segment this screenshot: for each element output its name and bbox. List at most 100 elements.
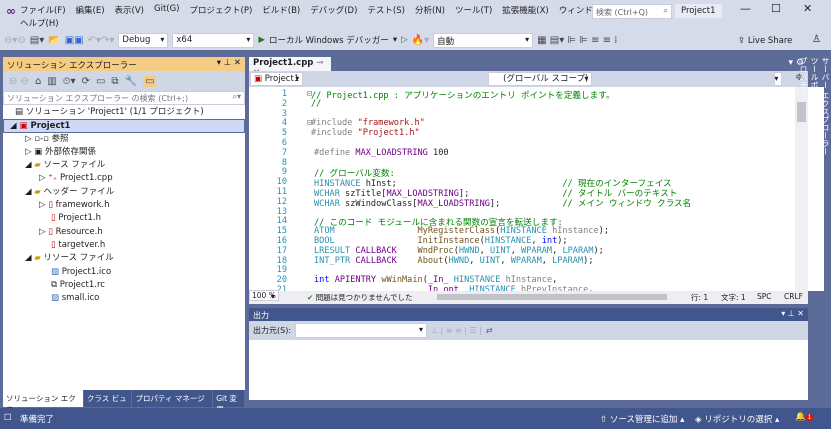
code-line[interactable]: #include "framework.h" (311, 118, 425, 128)
tree-item-resource-h[interactable]: ▷ ▯ Resource.h (3, 226, 245, 239)
pane-controls[interactable]: ▾ ⊥ ✕ (217, 58, 241, 68)
tree-item-framework-h[interactable]: ▷ ▯ framework.h (3, 199, 245, 212)
back-forward-icon[interactable]: ⊖ ⊖ (9, 76, 29, 87)
tree-item-project1-rc[interactable]: ⧉ Project1.rc (3, 279, 245, 292)
start-without-debug-icon[interactable]: ▷ (401, 35, 408, 45)
feedback-icon[interactable]: ♙ (812, 34, 821, 45)
tab-properties[interactable]: プロパティ (798, 57, 809, 395)
tab-class-view[interactable]: クラス ビュー (84, 390, 133, 414)
editor-status-bar: 100 % ✔ 問題は見つかりませんでした 行: 1 文字: 1 SPC CRL… (249, 290, 808, 304)
vs-logo-icon: ∞ (6, 4, 16, 18)
start-debug-button[interactable]: ローカル Windows デバッガー (269, 34, 389, 46)
tree-item-small-ico[interactable]: ▨ small.ico (3, 292, 245, 305)
menu-build[interactable]: ビルド(B) (262, 4, 300, 16)
tab-project1-cpp[interactable]: Project1.cpp ⊸ ✕ (249, 57, 331, 78)
menu-file[interactable]: ファイル(F) (20, 4, 66, 16)
output-source-select[interactable] (295, 323, 428, 338)
code-area[interactable]: 1 // Project1.cpp : アプリケーションのエントリ ポイントを定義… (249, 87, 824, 291)
tree-item-solution[interactable]: ▤ ソリューション 'Project1' (1/1 プロジェクト) (3, 106, 245, 119)
toolbar-misc-icons[interactable]: ▦ ▤▾ ⊫ ⊫ ≡ ≡ ⁞ (537, 35, 617, 46)
tab-git-changes[interactable]: Git 変更 (213, 390, 245, 414)
header-file-icon: ▯ (51, 213, 56, 224)
properties-icon[interactable]: 🔧 (125, 76, 137, 87)
menu-analyze[interactable]: 分析(N) (415, 4, 445, 16)
switch-views-icon[interactable]: ▥ (47, 76, 56, 87)
word-wrap-icon[interactable]: ⇄ (486, 326, 493, 335)
horizontal-scrollbar[interactable] (437, 294, 667, 300)
menu-extensions[interactable]: 拡張機能(X) (502, 4, 548, 16)
solution-search-placeholder: ソリューション エクスプローラー の検索 (Ctrl+;) (7, 94, 189, 103)
code-line[interactable]: ATOM MyRegisterClass(HINSTANCE hInstance… (314, 226, 609, 236)
code-line[interactable]: int APIENTRY wWinMain(_In_ HINSTANCE hIn… (314, 275, 557, 285)
member-select[interactable] (774, 72, 783, 86)
minimize-button[interactable]: — (740, 2, 751, 15)
tree-item-project1-cpp[interactable]: ▷ ⁺₊ Project1.cpp (3, 172, 245, 185)
tree-item-references[interactable]: ▷ ▫-▫ 参照 (3, 133, 245, 146)
tree-item-targetver-h[interactable]: ▯ targetver.h (3, 239, 245, 252)
menu-tools[interactable]: ツール(T) (455, 4, 492, 16)
back-icon[interactable]: ⊖▾⊖ (4, 35, 26, 46)
scope-select[interactable]: (グローバル スコープ) (488, 72, 593, 86)
save-icon[interactable]: ▣▣ (65, 35, 84, 46)
tab-solution-explorer[interactable]: ソリューション エクス... (3, 390, 84, 414)
sync-icon[interactable]: ⟳ (82, 76, 90, 87)
search-box[interactable]: 検索 (Ctrl+Q) ⌕ (592, 4, 672, 19)
code-line[interactable]: // (311, 99, 321, 109)
solution-search-input[interactable]: ソリューション エクスプローラー の検索 (Ctrl+;) ⌕▾ (3, 91, 245, 105)
add-source-control-button[interactable]: ⇧ ソース管理に追加 ▴ (600, 413, 684, 425)
fold-icon[interactable]: ⊟ (304, 118, 312, 128)
collapse-icon[interactable]: ▭ (96, 76, 105, 87)
undo-icon[interactable]: ↶▾↷▾ (88, 35, 115, 46)
tree-item-project1-ico[interactable]: ▨ Project1.ico (3, 266, 245, 279)
menu-test[interactable]: テスト(S) (367, 4, 405, 16)
new-project-icon[interactable]: ▤▾ (30, 35, 44, 46)
external-deps-icon: ▣ (34, 146, 43, 157)
menu-project[interactable]: プロジェクト(P) (190, 4, 253, 16)
zoom-select[interactable]: 100 % (249, 290, 279, 301)
platform-select[interactable]: x64 (172, 32, 255, 48)
line-number: 8 (281, 157, 287, 168)
code-line[interactable]: #include "Project1.h" (311, 128, 420, 138)
menu-debug[interactable]: デバッグ(D) (310, 4, 357, 16)
output-toolbar-icons[interactable]: ⊥ | ≡ ≡ | ☰ | (431, 326, 482, 335)
menu-git[interactable]: Git(G) (154, 4, 180, 16)
tab-property-manager[interactable]: プロパティ マネージャー (132, 390, 214, 414)
select-repository-button[interactable]: ◈ リポジトリの選択 ▴ (695, 413, 779, 425)
maximize-button[interactable]: ☐ (771, 2, 781, 15)
image-file-icon: ▨ (51, 293, 60, 304)
project-select[interactable]: ▣ Project1 (250, 72, 304, 86)
tree-item-header-files[interactable]: ◢ ▰ ヘッダー ファイル (3, 186, 245, 199)
code-line[interactable]: WCHAR szWindowClass[MAX_LOADSTRING]; // … (314, 197, 691, 209)
notifications-bell-icon[interactable]: 🔔 1 (795, 412, 814, 422)
open-icon[interactable]: 📂 (48, 35, 60, 46)
tree-item-project1-h[interactable]: ▯ Project1.h (3, 212, 245, 225)
tab-toolbox[interactable]: ツールボックス (809, 57, 820, 395)
tree-item-source-files[interactable]: ◢ ▰ ソース ファイル (3, 159, 245, 172)
menu-edit[interactable]: 編集(E) (76, 4, 105, 16)
live-share-button[interactable]: ⇪ Live Share (738, 36, 792, 46)
tree-item-external-deps[interactable]: ▷ ▣ 外部依存関係 (3, 146, 245, 159)
issues-status[interactable]: ✔ 問題は見つかりませんでした (307, 292, 413, 303)
code-line[interactable]: BOOL InitInstance(HINSTANCE, int); (314, 236, 568, 246)
hot-reload-icon[interactable]: 🔥▾ (412, 35, 429, 46)
show-all-files-icon[interactable]: ⧉ (111, 76, 118, 87)
fold-icon[interactable]: ⊟ (304, 89, 312, 99)
code-line[interactable]: LRESULT CALLBACK WndProc(HWND, UINT, WPA… (314, 246, 604, 256)
tab-server-explorer[interactable]: サーバー エクスプローラー (820, 57, 831, 395)
configuration-select[interactable]: Debug (118, 32, 169, 48)
pending-changes-icon[interactable]: ⏲▾ (63, 76, 76, 87)
code-line[interactable]: INT_PTR CALLBACK About(HWND, UINT, WPARA… (314, 256, 594, 266)
tree-item-resource-files[interactable]: ◢ ▰ リソース ファイル (3, 252, 245, 265)
close-button[interactable]: ✕ (803, 2, 812, 15)
tree-label: Project1.ico (61, 266, 112, 277)
whitespace-indicator[interactable]: SPC (757, 292, 772, 301)
menu-view[interactable]: 表示(V) (115, 4, 144, 16)
code-line[interactable]: #define MAX_LOADSTRING 100 (314, 148, 449, 158)
tree-item-project[interactable]: ◢ ▣ Project1 (3, 119, 245, 133)
startup-mode-select[interactable]: 自動 (433, 32, 534, 48)
code-line[interactable]: // Project1.cpp : アプリケーションのエントリ ポイントを定義し… (311, 89, 615, 101)
menu-help[interactable]: ヘルプ(H) (20, 17, 59, 29)
start-debug-icon[interactable]: ▶ (258, 35, 265, 45)
home-icon[interactable]: ⌂ (35, 76, 41, 87)
preview-icon[interactable]: ▭ (143, 75, 157, 87)
